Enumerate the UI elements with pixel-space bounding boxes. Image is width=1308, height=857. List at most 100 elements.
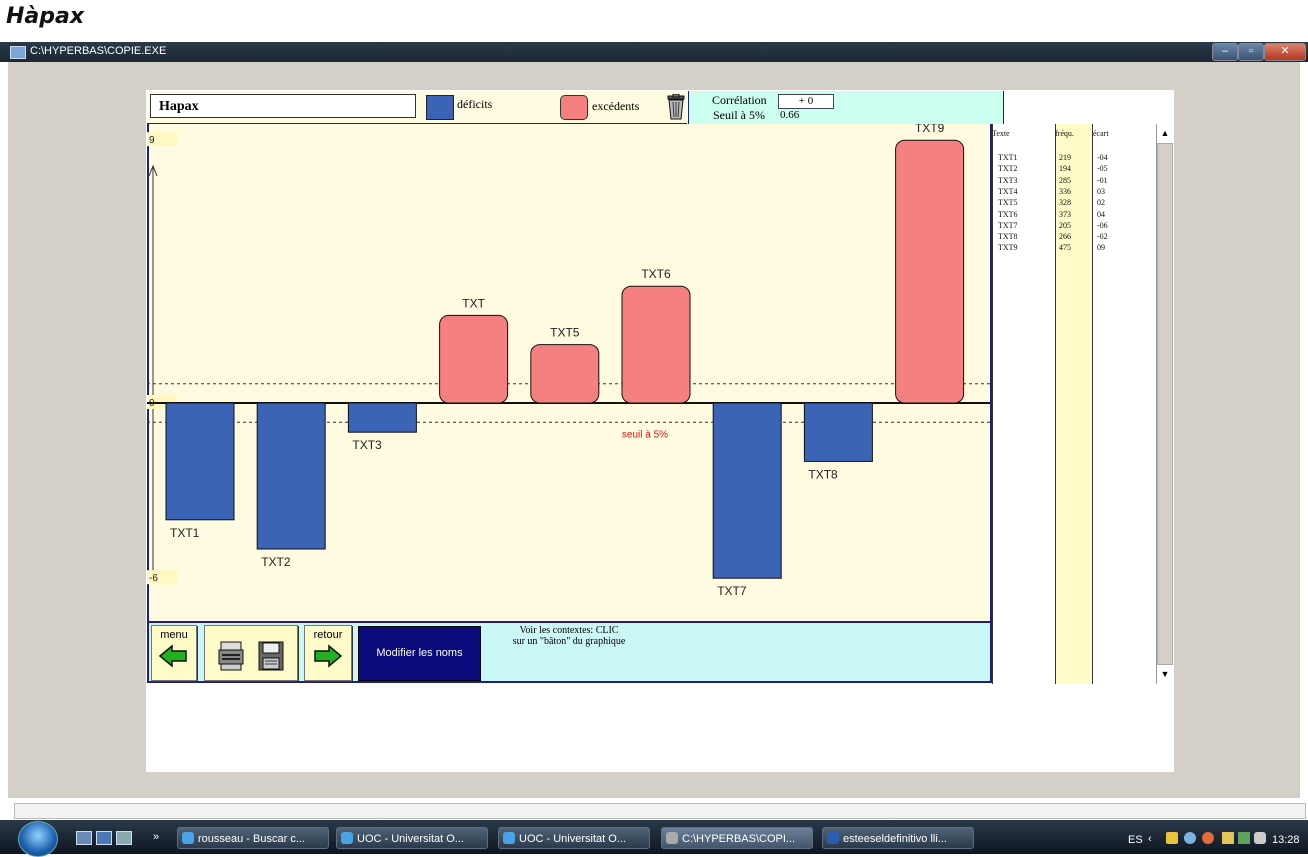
y-tick-label: 9 [149, 135, 155, 146]
quicklaunch-app-icon[interactable] [116, 831, 132, 845]
scrollbar-thumb[interactable] [1157, 143, 1173, 665]
freq-column-bg [1055, 124, 1093, 684]
hyperbas-icon [666, 832, 678, 844]
legend-deficit-swatch [426, 95, 454, 120]
close-button[interactable]: ✕ [1264, 43, 1306, 61]
legend-excedent-swatch [560, 95, 588, 120]
floppy-disk-icon [258, 641, 284, 671]
switch-windows-icon[interactable] [96, 831, 112, 845]
legend-deficit-label: déficits [457, 97, 493, 111]
printer-icon [218, 641, 244, 671]
table-cell: 373 [1059, 209, 1071, 219]
table-cell: 194 [1059, 164, 1071, 174]
bar-label: TXT2 [261, 555, 291, 569]
bar-chart: seuil à 5%90-6TXT1TXT2TXT3TXTTXT5TXT6TXT… [147, 124, 990, 598]
y-tick-label: -6 [149, 573, 158, 584]
bar-txt6[interactable] [621, 285, 691, 404]
show-desktop-icon[interactable] [76, 831, 92, 845]
network-tray-icon[interactable] [1184, 832, 1196, 844]
menu-button-label: menu [160, 629, 188, 641]
table-cell: TXT9 [998, 243, 1018, 253]
table-cell: 205 [1059, 220, 1071, 230]
context-hint-line1: Voir les contextes: CLIC [519, 625, 619, 636]
bar-txt2[interactable] [256, 402, 326, 550]
table-cell: -01 [1097, 175, 1108, 185]
bar-txt3[interactable] [347, 402, 417, 433]
power-tray-icon[interactable] [1222, 832, 1234, 844]
window-titlebar[interactable]: C:\HYPERBAS\COPIE.EXE – ▫ ✕ [0, 42, 1308, 62]
correlation-value: + 0 [778, 94, 834, 109]
bar-label: TXT7 [717, 584, 747, 598]
table-cell: 475 [1059, 243, 1071, 253]
table-cell: 02 [1097, 198, 1105, 208]
bar-txt5[interactable] [530, 344, 600, 404]
file-actions-button[interactable] [204, 625, 298, 681]
update-tray-icon[interactable] [1202, 832, 1214, 844]
retour-button[interactable]: retour [304, 625, 352, 681]
page-heading: Hàpax [6, 4, 85, 29]
legend-excedent-label: excédents [592, 99, 640, 113]
tray-expand-icon[interactable]: ‹ [1148, 833, 1152, 845]
window-title: C:\HYPERBAS\COPIE.EXE [30, 45, 167, 57]
table-cell: TXT3 [998, 175, 1018, 185]
table-cell: 336 [1059, 186, 1071, 196]
start-button[interactable] [18, 821, 58, 857]
ie-icon [341, 832, 353, 844]
language-indicator[interactable]: ES [1128, 834, 1143, 846]
table-cell: 328 [1059, 198, 1071, 208]
scroll-up-arrow-icon[interactable]: ▲ [1157, 126, 1173, 141]
taskbar-button-4[interactable]: esteeseldefinitivo lli... [822, 827, 974, 849]
table-cell: TXT8 [998, 232, 1018, 242]
retour-button-label: retour [313, 629, 343, 641]
context-hint: Voir les contextes: CLIC sur un "bâton" … [494, 625, 644, 647]
maximize-button[interactable]: ▫ [1238, 43, 1264, 61]
taskbar-button-1[interactable]: UOC - Universitat O... [336, 827, 488, 849]
volume-icon[interactable] [1254, 832, 1266, 844]
table-cell: -04 [1097, 153, 1108, 162]
menu-button[interactable]: menu [151, 625, 197, 681]
quicklaunch-chevron-icon[interactable]: » [153, 831, 159, 843]
table-header: fréqu. [1055, 129, 1074, 138]
scroll-down-arrow-icon[interactable]: ▼ [1157, 667, 1173, 682]
table-cell: TXT1 [998, 153, 1018, 162]
arrow-left-icon [158, 644, 187, 668]
chart-name-field[interactable]: Hapax [150, 94, 416, 118]
display-tray-icon[interactable] [1238, 832, 1250, 844]
table-cell: 03 [1097, 186, 1105, 196]
taskbar-button-3[interactable]: C:\HYPERBAS\COPI... [661, 827, 813, 849]
table-header: Texte [992, 129, 1010, 138]
modifier-noms-button[interactable]: Modifier les noms [358, 626, 481, 681]
security-tray-icon[interactable] [1166, 832, 1178, 844]
taskbar-button-label: UOC - Universitat O... [519, 833, 626, 845]
bar-label: TXT6 [641, 267, 671, 281]
taskbar-button-label: UOC - Universitat O... [357, 833, 464, 845]
ie-icon [503, 832, 515, 844]
taskbar-button-0[interactable]: rousseau - Buscar c... [177, 827, 329, 849]
seuil-label: Seuil à 5% [713, 108, 765, 122]
taskbar-button-label: C:\HYPERBAS\COPI... [682, 833, 796, 845]
word-document-icon [827, 832, 839, 844]
bar-label: TXT [462, 296, 485, 310]
bar-txt[interactable] [439, 314, 509, 404]
bar-label: TXT8 [808, 467, 838, 481]
status-bar [14, 803, 1306, 819]
table-cell: 04 [1097, 209, 1105, 219]
table-cell: 09 [1097, 243, 1105, 253]
clock[interactable]: 13:28 [1272, 834, 1300, 846]
bar-txt1[interactable] [165, 402, 235, 521]
trash-icon[interactable] [665, 94, 687, 120]
bar-txt8[interactable] [803, 402, 873, 462]
arrow-right-icon [314, 644, 343, 668]
taskbar-button-label: esteeseldefinitivo lli... [843, 833, 947, 845]
table-cell: TXT5 [998, 198, 1018, 208]
bar-label: TXT5 [550, 326, 580, 340]
taskbar-button-2[interactable]: UOC - Universitat O... [498, 827, 650, 849]
table-cell: -06 [1097, 220, 1108, 230]
minimize-button[interactable]: – [1212, 43, 1238, 61]
bar-txt7[interactable] [712, 402, 782, 579]
taskbar-button-label: rousseau - Buscar c... [198, 833, 305, 845]
app-window-icon [10, 46, 26, 59]
ie-icon [182, 832, 194, 844]
bar-txt9[interactable] [895, 139, 965, 404]
table-cell: 219 [1059, 153, 1071, 162]
